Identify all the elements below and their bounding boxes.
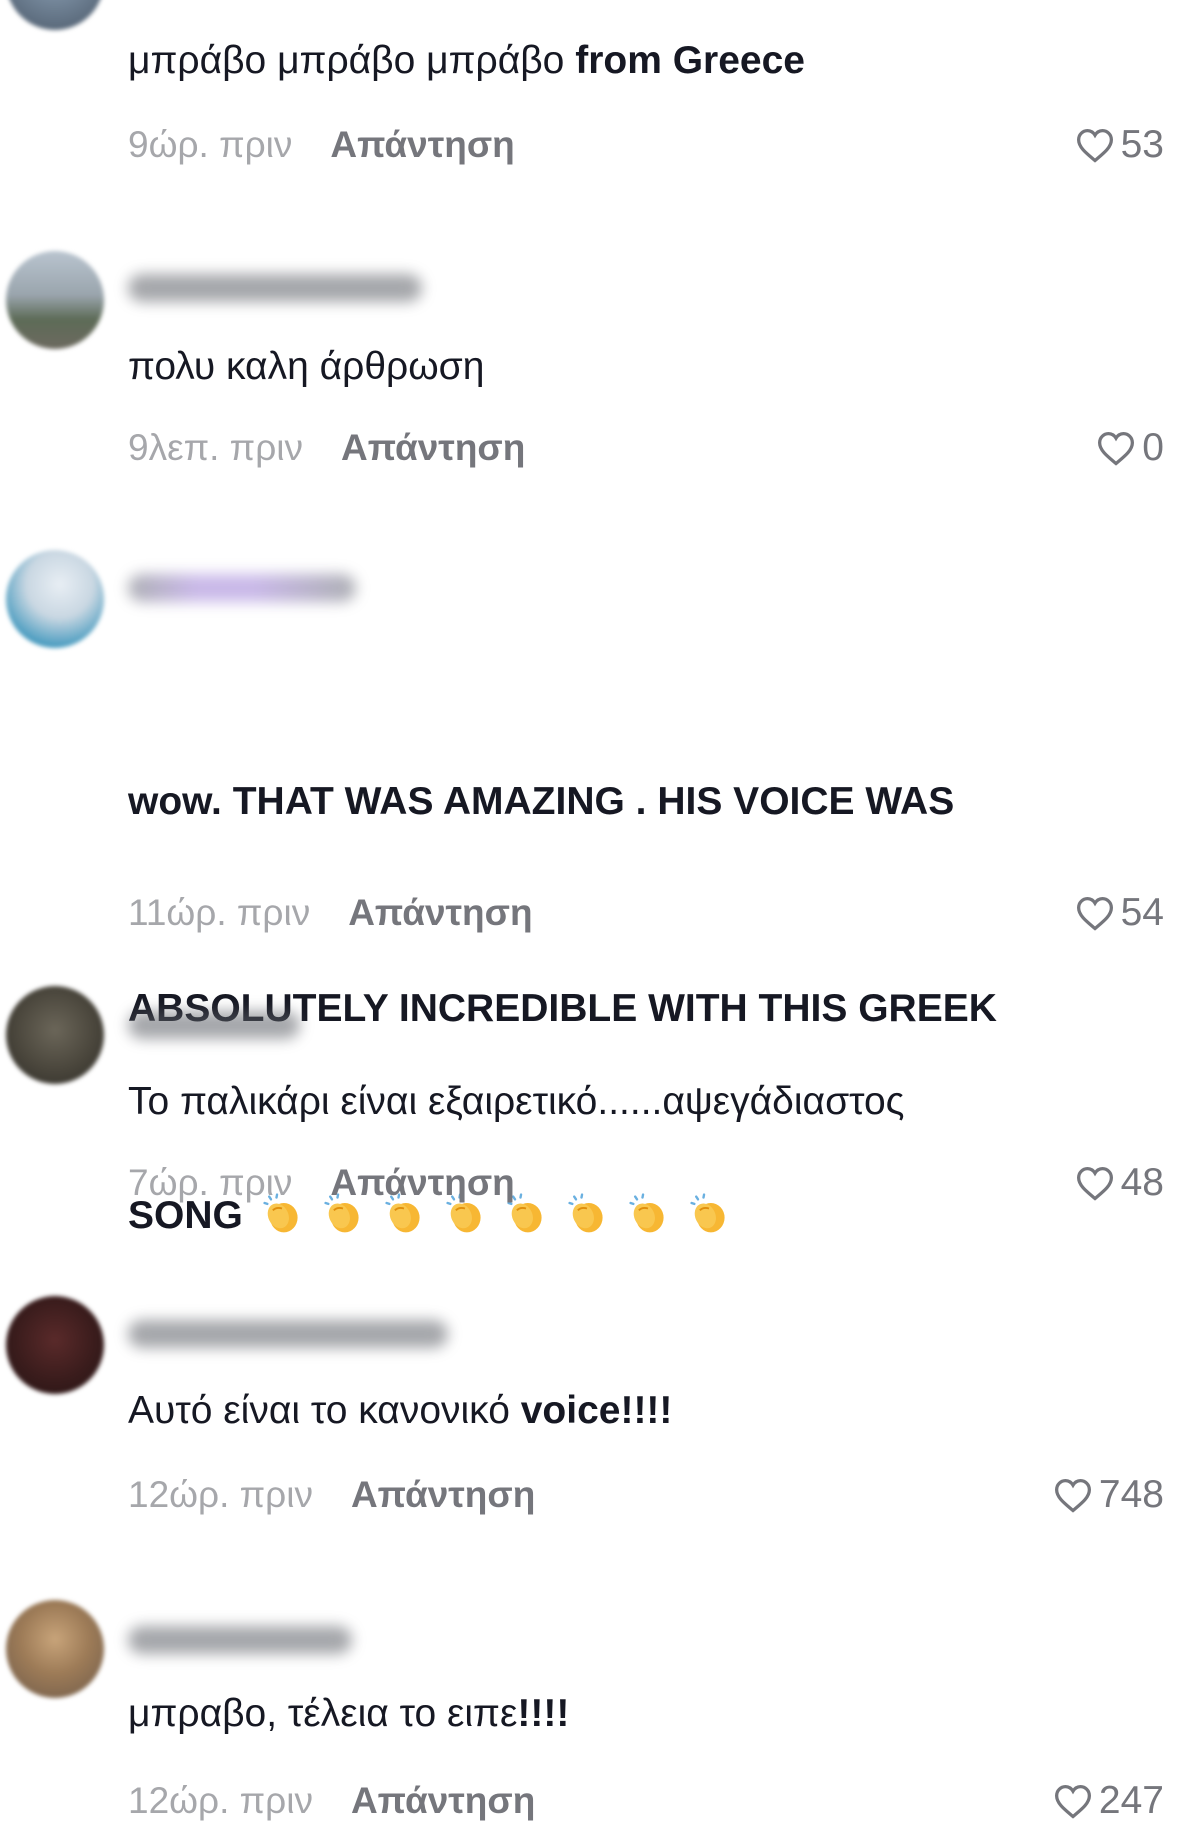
heart-outline-icon [1076,128,1113,163]
avatar[interactable] [6,1600,104,1698]
comment-timestamp: 12ώρ. πριν [128,1474,313,1515]
like-count: 53 [1120,123,1164,166]
comment-meta: 7ώρ. πριν Απάντηση 48 [128,1158,1164,1208]
username-blurred[interactable] [128,274,422,302]
heart-outline-icon [1098,431,1135,466]
comment-meta: 12ώρ. πριν Απάντηση 247 [128,1776,1164,1826]
reply-button[interactable]: Απάντηση [341,427,525,469]
comment-text: Αυτό είναι το κανονικό voice!!!! [128,1389,673,1432]
comment-timestamp: 12ώρ. πριν [128,1780,313,1821]
comment-meta: 12ώρ. πριν Απάντηση 748 [128,1470,1164,1520]
heart-outline-icon [1054,1478,1091,1513]
comment-meta: 9λεπ. πριν Απάντηση 0 [128,423,1164,473]
heart-outline-icon [1076,1166,1113,1201]
avatar[interactable] [6,251,104,349]
like-count: 0 [1142,426,1164,469]
username-blurred[interactable] [128,574,356,602]
reply-button[interactable]: Απάντηση [330,1162,514,1204]
comment-text: μπραβο, τέλεια το ειπε!!!! [128,1692,570,1735]
avatar[interactable] [6,1296,104,1394]
reply-button[interactable]: Απάντηση [351,1474,535,1516]
reply-button[interactable]: Απάντηση [330,124,514,166]
heart-outline-icon [1054,1784,1091,1819]
comment-text: πολυ καλη άρθρωση [128,345,485,388]
avatar[interactable] [6,986,104,1084]
avatar[interactable] [6,0,104,30]
comment-timestamp: 9ώρ. πριν [128,124,293,165]
like-button[interactable]: 748 [1053,1473,1164,1517]
comment-timestamp: 9λεπ. πριν [128,427,303,468]
like-button[interactable]: 53 [1075,123,1164,167]
reply-button[interactable]: Απάντηση [351,1780,535,1822]
like-count: 54 [1120,891,1164,934]
comment-text: μπράβο μπράβο μπράβο from Greece [128,39,805,82]
heart-outline-icon [1076,896,1113,931]
like-button[interactable]: 247 [1053,1779,1164,1823]
username-blurred[interactable] [128,1011,300,1039]
username-blurred[interactable] [128,1626,352,1654]
comment-timestamp: 11ώρ. πριν [128,892,311,933]
username-blurred[interactable] [128,1320,448,1348]
like-count: 48 [1120,1161,1164,1204]
comment-meta: 11ώρ. πριν Απάντηση 54 [128,888,1164,938]
comment-text-line: wow. THAT WAS AMAZING . HIS VOICE WAS [128,780,955,823]
like-count: 748 [1098,1473,1164,1516]
like-button[interactable]: 0 [1096,426,1164,470]
comment-text: wow. THAT WAS AMAZING . HIS VOICE WAS AB… [128,629,1128,1388]
comment-text: Το παλικάρι είναι εξαιρετικό......αψεγάδ… [128,1080,905,1123]
reply-button[interactable]: Απάντηση [348,892,532,934]
comment-timestamp: 7ώρ. πριν [128,1162,293,1203]
like-button[interactable]: 48 [1075,1161,1164,1205]
like-count: 247 [1098,1779,1164,1822]
like-button[interactable]: 54 [1075,891,1164,935]
comment-meta: 9ώρ. πριν Απάντηση 53 [128,120,1164,170]
avatar[interactable] [6,550,104,648]
